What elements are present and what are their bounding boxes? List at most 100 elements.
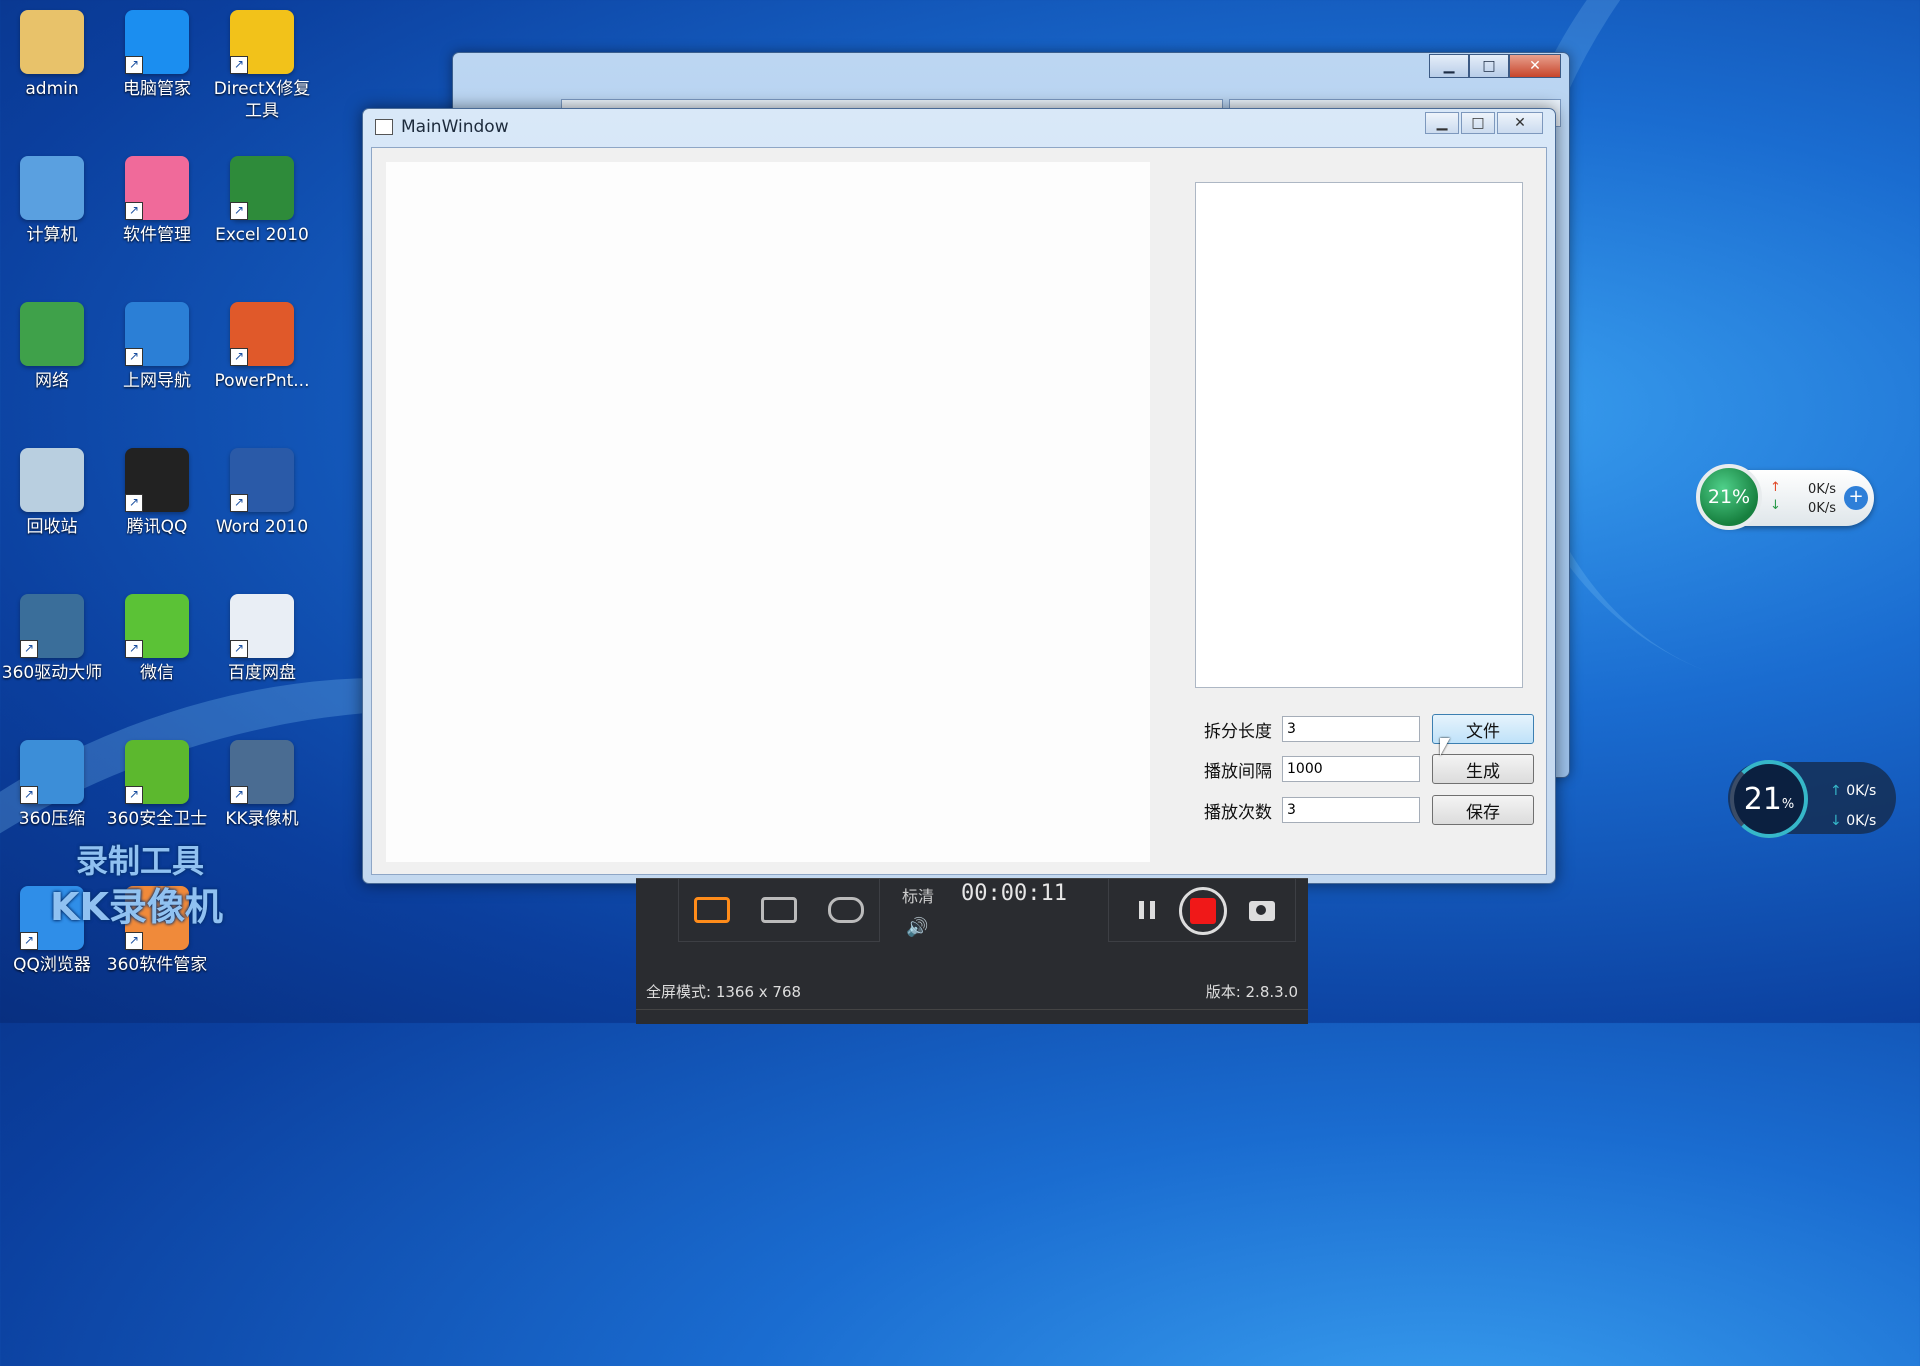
upload-arrow-icon: ↑ [1770, 480, 1781, 495]
shortcut-arrow-icon: ↗ [20, 786, 38, 804]
region-mode-icon[interactable] [760, 897, 797, 923]
shortcut-arrow-icon: ↗ [230, 202, 248, 220]
recording-timer: 00:00:11 [961, 881, 1067, 906]
minimize-button[interactable]: ▁ [1425, 112, 1459, 134]
desktop-icon[interactable]: ↗ 百度网盘 [210, 594, 314, 684]
generate-button[interactable]: 生成 [1432, 754, 1534, 784]
stop-record-button[interactable] [1179, 887, 1227, 935]
excel-icon: ↗ [230, 156, 294, 220]
desktop-icon[interactable]: ↗ 软件管理 [105, 156, 209, 246]
desktop-icon[interactable]: ↗ 微信 [105, 594, 209, 684]
computer-icon [20, 156, 84, 220]
shortcut-arrow-icon: ↗ [20, 932, 38, 950]
360-guard-icon: ↗ [125, 740, 189, 804]
split-length-input[interactable] [1282, 716, 1420, 742]
desktop-icon-label: 360安全卫士 [106, 809, 208, 829]
software-manager-icon: ↗ [125, 156, 189, 220]
qq-penguin-icon: ↗ [125, 448, 189, 512]
speaker-icon[interactable]: 🔊 [906, 917, 928, 938]
network-speed-widget[interactable]: 21% ↑ ↓ 0K/s 0K/s + [1696, 464, 1874, 530]
desktop-icon[interactable]: ↗ KK录像机 [210, 740, 314, 830]
word-icon: ↗ [230, 448, 294, 512]
fullscreen-mode-icon[interactable] [694, 897, 731, 923]
upload-rate: 0K/s [1808, 482, 1836, 497]
close-button[interactable]: ✕ [1497, 112, 1543, 134]
split-length-row: 拆分长度 文件 [1204, 714, 1534, 744]
ie-browser-icon: ↗ [125, 302, 189, 366]
download-rate: 0K/s [1846, 813, 1877, 829]
bg-close-button[interactable]: ✕ [1509, 54, 1561, 78]
kk-recorder-icon: ↗ [230, 740, 294, 804]
window-title: MainWindow [401, 117, 509, 137]
baidu-netdisk-icon: ↗ [230, 594, 294, 658]
desktop-icon-label: 计算机 [26, 225, 78, 245]
network-speed-widget-dark[interactable]: 21% ↑ 0K/s ↓ 0K/s [1728, 760, 1896, 838]
maximize-button[interactable]: □ [1461, 112, 1495, 134]
shortcut-arrow-icon: ↗ [125, 56, 143, 74]
usage-percent: 21% [1696, 464, 1762, 530]
file-list-box[interactable] [1195, 182, 1523, 688]
display-canvas[interactable] [386, 162, 1150, 862]
title-bar[interactable]: MainWindow ▁ □ ✕ [363, 109, 1555, 145]
desktop-icon[interactable]: ↗ PowerPnt... [210, 302, 314, 392]
desktop-icon-label: 电脑管家 [123, 79, 191, 99]
desktop-icon[interactable]: ↗ 上网导航 [105, 302, 209, 392]
wechat-icon: ↗ [125, 594, 189, 658]
directx-icon: ↗ [230, 10, 294, 74]
interval-input[interactable] [1282, 756, 1420, 782]
driver-gear-icon: ↗ [20, 594, 84, 658]
desktop-icon[interactable]: ↗ 腾讯QQ [105, 448, 209, 538]
upload-rate: 0K/s [1846, 783, 1877, 799]
desktop-icon[interactable]: ↗ DirectX修复工具 [210, 10, 314, 122]
window-client-area: 拆分长度 文件 播放间隔 生成 播放次数 保存 [371, 147, 1547, 875]
desktop-icon[interactable]: 网络 [0, 302, 104, 392]
download-rate: 0K/s [1808, 501, 1836, 516]
bg-maximize-button[interactable]: □ [1469, 54, 1509, 78]
recycle-bin-icon [20, 448, 84, 512]
speed-rates: 0K/s 0K/s [1792, 480, 1836, 518]
quality-label[interactable]: 标清 [902, 883, 934, 907]
shortcut-arrow-icon: ↗ [125, 640, 143, 658]
gamepad-mode-icon[interactable] [827, 897, 864, 923]
upload-arrow-icon: ↑ [1830, 783, 1847, 799]
window-app-icon [375, 119, 393, 135]
desktop-icon[interactable]: admin [0, 10, 104, 100]
desktop-icon-label: 软件管理 [123, 225, 191, 245]
desktop-icon[interactable]: ↗ Excel 2010 [210, 156, 314, 246]
desktop-icon[interactable]: 回收站 [0, 448, 104, 538]
desktop-icon[interactable]: ↗ 电脑管家 [105, 10, 209, 100]
pause-icon[interactable] [1139, 901, 1155, 919]
desktop-icon[interactable]: ↗ Word 2010 [210, 448, 314, 538]
desktop-icon[interactable]: ↗ 360驱动大师 [0, 594, 104, 684]
shortcut-arrow-icon: ↗ [230, 640, 248, 658]
desktop-icon-label: 百度网盘 [228, 663, 296, 683]
save-button[interactable]: 保存 [1432, 795, 1534, 825]
desktop-icon-label: 腾讯QQ [126, 517, 188, 537]
shortcut-arrow-icon: ↗ [125, 494, 143, 512]
desktop-icon-label: 360软件管家 [106, 955, 208, 975]
download-arrow-icon: ↓ [1770, 498, 1781, 513]
desktop-icon[interactable]: ↗ 360压缩 [0, 740, 104, 830]
desktop-icon-label: 微信 [140, 663, 174, 683]
count-input[interactable] [1282, 797, 1420, 823]
desktop-icon[interactable]: ↗ 360安全卫士 [105, 740, 209, 830]
archive-icon: ↗ [20, 740, 84, 804]
plus-icon[interactable]: + [1844, 486, 1868, 510]
desktop-icon-label: KK录像机 [225, 809, 299, 829]
desktop-icon[interactable]: 计算机 [0, 156, 104, 246]
camera-icon[interactable] [1249, 901, 1275, 921]
bg-minimize-button[interactable]: ▁ [1429, 54, 1469, 78]
main-window[interactable]: MainWindow ▁ □ ✕ 拆分长度 文件 播放间隔 生成 播放次数 保存 [362, 108, 1556, 884]
download-arrow-icon: ↓ [1830, 813, 1847, 829]
recorder-toolbar: 标清 00:00:11 🔊 全屏模式: 1366 x 768 版本: 2.8.3… [636, 878, 1308, 1024]
usage-ring: 21% [1730, 760, 1808, 838]
desktop-icon-label: DirectX修复工具 [213, 79, 311, 121]
desktop-icon-label: 360驱动大师 [1, 663, 103, 683]
powerpoint-icon: ↗ [230, 302, 294, 366]
watermark-line-2: KK录像机 [50, 885, 223, 929]
screen-mode-info: 全屏模式: 1366 x 768 [646, 983, 802, 1001]
mouse-cursor-icon [1440, 738, 1450, 756]
interval-row: 播放间隔 生成 [1204, 754, 1534, 784]
interval-label: 播放间隔 [1204, 761, 1272, 782]
recorder-footer [636, 1009, 1308, 1024]
